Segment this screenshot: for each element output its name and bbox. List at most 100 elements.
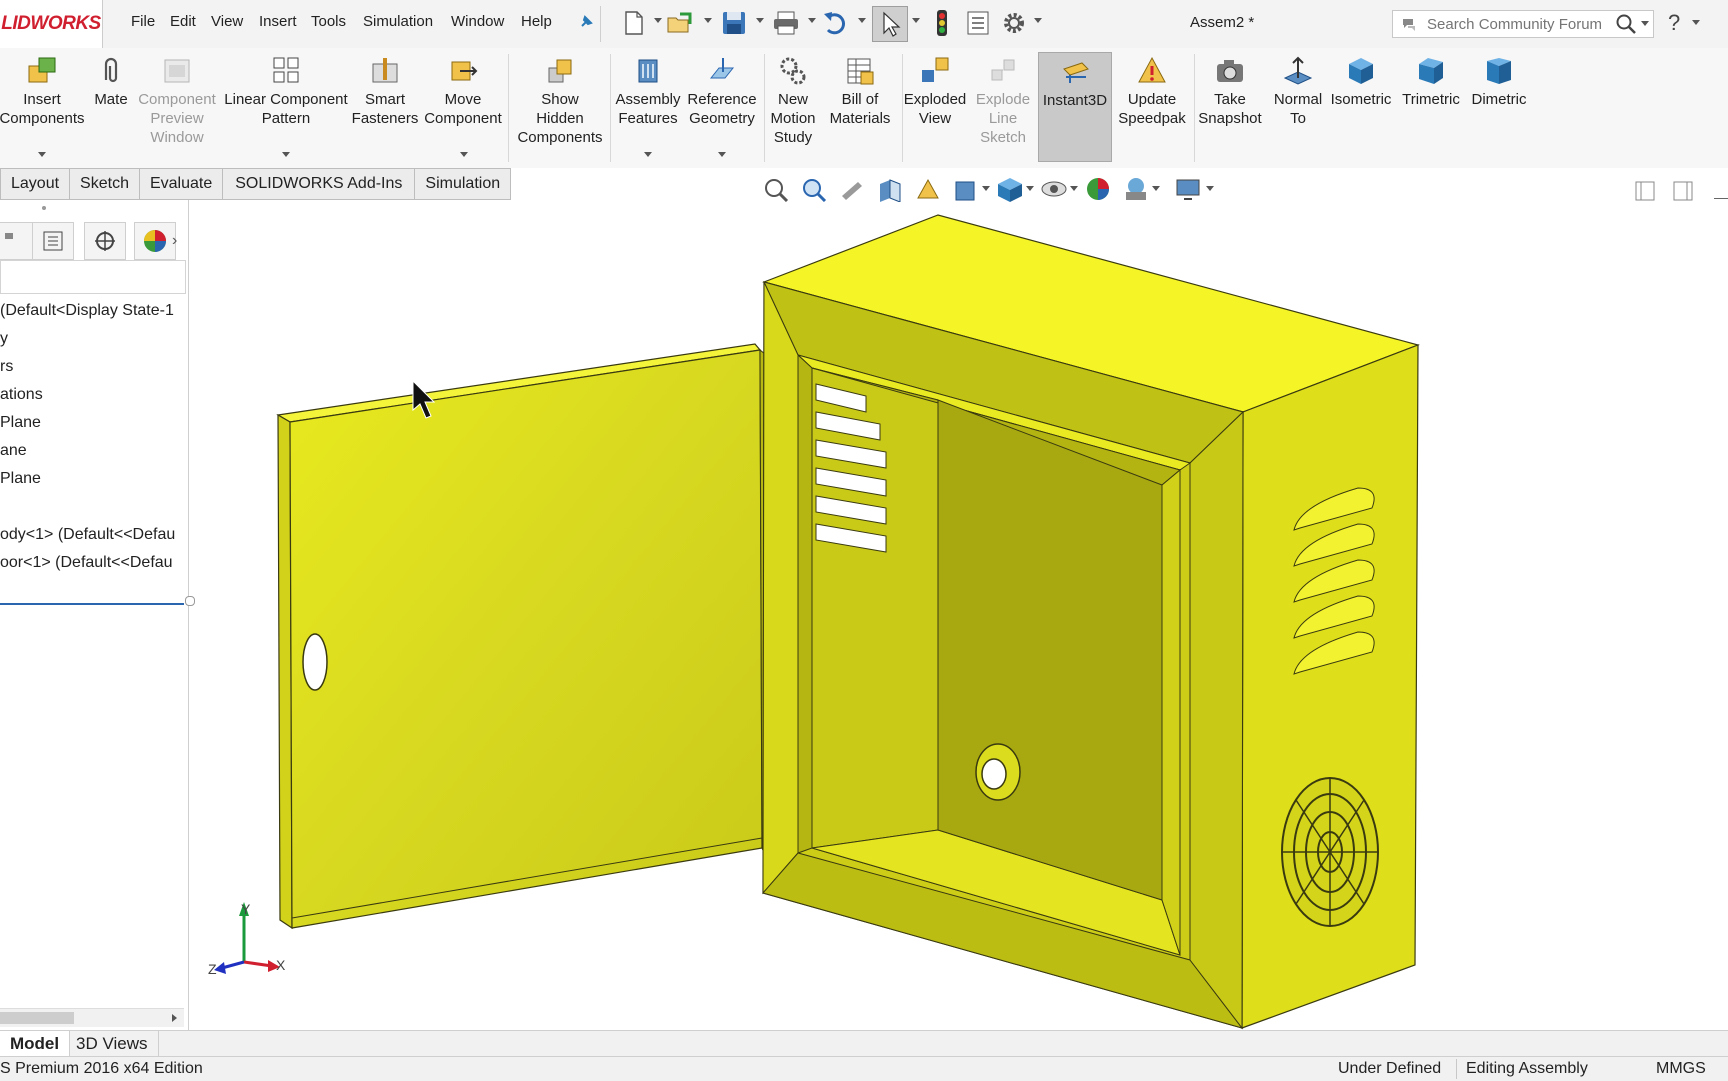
show-hidden-components-button[interactable]: Show Hidden Components	[512, 54, 608, 147]
tree-item-front-plane[interactable]: Plane	[0, 414, 185, 432]
isometric-view-button[interactable]: Isometric	[1328, 54, 1394, 109]
move-component-button[interactable]: Move Component	[422, 54, 504, 128]
panel-grip[interactable]	[42, 206, 46, 210]
solidworks-logo[interactable]: LIDWORKS	[0, 0, 103, 48]
menu-tools[interactable]: Tools	[311, 13, 346, 30]
mate-button[interactable]: Mate	[90, 54, 132, 109]
panel-horizontal-scrollbar[interactable]	[0, 1008, 184, 1027]
hide-show-chevron-icon[interactable]	[1070, 186, 1078, 191]
open-dropdown-chevron-icon[interactable]	[704, 18, 712, 23]
normal-to-button[interactable]: Normal To	[1270, 54, 1326, 128]
dimetric-view-button[interactable]: Dimetric	[1466, 54, 1532, 109]
tree-filter-box[interactable]	[0, 260, 186, 294]
tab-solidworks-add-ins[interactable]: SOLIDWORKS Add-Ins	[223, 168, 416, 200]
save-dropdown-chevron-icon[interactable]	[756, 18, 764, 23]
tree-item-annotations[interactable]: ations	[0, 386, 185, 404]
explode-line-sketch-button[interactable]: Explode Line Sketch	[970, 54, 1036, 147]
assembly-model[interactable]: Y X Z	[188, 168, 1728, 1030]
tree-item-body-component[interactable]: ody<1> (Default<<Defau	[0, 526, 185, 544]
apply-scene-chevron-icon[interactable]	[1152, 186, 1160, 191]
undo-icon[interactable]	[822, 8, 850, 38]
status-units[interactable]: MMGS	[1656, 1060, 1706, 1078]
zoom-to-fit-icon[interactable]	[762, 176, 790, 202]
insert-components-chevron-icon[interactable]	[38, 152, 46, 157]
menu-view[interactable]: View	[211, 13, 243, 30]
tree-item-sensors[interactable]: rs	[0, 358, 185, 376]
new-motion-study-button[interactable]: New Motion Study	[766, 54, 820, 147]
select-cursor-button[interactable]	[872, 6, 908, 42]
view-orientation-icon[interactable]	[952, 176, 980, 202]
print-dropdown-chevron-icon[interactable]	[808, 18, 816, 23]
graphics-viewport[interactable]: Y X Z	[188, 168, 1728, 1030]
view-settings-chevron-icon[interactable]	[1206, 186, 1214, 191]
panel-split-handle[interactable]	[185, 596, 195, 606]
search-box[interactable]	[1392, 10, 1654, 38]
help-question-icon[interactable]: ?	[1668, 10, 1680, 36]
dynamic-annotation-icon[interactable]	[914, 176, 942, 202]
trimetric-view-button[interactable]: Trimetric	[1398, 54, 1464, 109]
panel-split-line[interactable]	[0, 603, 184, 605]
reference-geometry-button[interactable]: Reference Geometry	[684, 54, 760, 128]
assembly-features-button[interactable]: Assembly Features	[612, 54, 684, 128]
pin-icon[interactable]	[578, 14, 594, 34]
options-gear-icon[interactable]	[1000, 8, 1028, 38]
display-style-icon[interactable]	[996, 176, 1024, 202]
menu-window[interactable]: Window	[451, 13, 504, 30]
menu-simulation[interactable]: Simulation	[363, 13, 433, 30]
zoom-to-area-icon[interactable]	[800, 176, 828, 202]
smart-fasteners-button[interactable]: Smart Fasteners	[352, 54, 418, 128]
viewport-minimize-icon[interactable]	[1714, 198, 1728, 199]
linear-component-pattern-button[interactable]: Linear Component Pattern	[224, 54, 348, 128]
open-folder-icon[interactable]	[666, 8, 694, 38]
print-icon[interactable]	[772, 8, 800, 38]
scrollbar-thumb[interactable]	[0, 1012, 74, 1024]
section-view-icon[interactable]	[876, 176, 904, 202]
search-input[interactable]	[1425, 14, 1614, 34]
property-manager-tab[interactable]	[32, 222, 74, 260]
tab-model[interactable]: Model	[0, 1031, 71, 1056]
viewport-split-right-icon[interactable]	[1672, 180, 1694, 202]
tab-simulation[interactable]: Simulation	[415, 168, 512, 200]
component-preview-window-button[interactable]: Component Preview Window	[134, 54, 220, 147]
view-settings-monitor-icon[interactable]	[1174, 176, 1202, 202]
save-disk-icon[interactable]	[720, 8, 748, 38]
update-speedpak-button[interactable]: Update Speedpak	[1112, 54, 1192, 128]
bill-of-materials-button[interactable]: Bill of Materials	[822, 54, 898, 128]
reference-geometry-chevron-icon[interactable]	[718, 152, 726, 157]
feature-manager-tab[interactable]	[0, 222, 34, 260]
hide-show-items-icon[interactable]	[1040, 176, 1068, 202]
menu-insert[interactable]: Insert	[259, 13, 297, 30]
tree-item-top-plane[interactable]: ane	[0, 442, 185, 460]
edit-appearance-icon[interactable]	[1084, 176, 1112, 202]
display-manager-tab[interactable]	[134, 222, 176, 260]
apply-scene-icon[interactable]	[1122, 176, 1150, 202]
door-part[interactable]	[276, 343, 766, 930]
new-document-icon[interactable]	[620, 8, 648, 38]
menu-help[interactable]: Help	[521, 13, 552, 30]
tree-item-history[interactable]: y	[0, 330, 185, 348]
take-snapshot-button[interactable]: Take Snapshot	[1192, 54, 1268, 128]
configuration-manager-tab[interactable]	[84, 222, 126, 260]
assembly-features-chevron-icon[interactable]	[644, 152, 652, 157]
display-style-chevron-icon[interactable]	[1026, 186, 1034, 191]
tab-layout[interactable]: Layout	[0, 168, 71, 200]
help-dropdown-chevron-icon[interactable]	[1692, 20, 1700, 25]
search-dropdown-chevron-icon[interactable]	[1641, 21, 1649, 26]
insert-components-button[interactable]: Insert Components	[0, 54, 85, 128]
menu-edit[interactable]: Edit	[170, 13, 196, 30]
tree-item-door-component[interactable]: oor<1> (Default<<Defau	[0, 554, 185, 572]
instant3d-button[interactable]: Instant3D	[1038, 52, 1112, 162]
view-orientation-chevron-icon[interactable]	[982, 186, 990, 191]
panel-expand-chevron-icon[interactable]: ›	[172, 232, 177, 250]
viewport-split-left-icon[interactable]	[1634, 180, 1656, 202]
select-dropdown-chevron-icon[interactable]	[912, 18, 920, 23]
tree-item-root-config[interactable]: (Default<Display State-1	[0, 302, 185, 320]
tab-sketch[interactable]: Sketch	[70, 168, 140, 200]
undo-dropdown-chevron-icon[interactable]	[858, 18, 866, 23]
scroll-right-arrow-icon[interactable]	[172, 1014, 177, 1022]
previous-view-icon[interactable]	[838, 176, 866, 202]
move-component-chevron-icon[interactable]	[460, 152, 468, 157]
options-dropdown-chevron-icon[interactable]	[1034, 18, 1042, 23]
tab-3d-views[interactable]: 3D Views	[66, 1031, 159, 1056]
rebuild-traffic-light-icon[interactable]	[928, 8, 956, 38]
